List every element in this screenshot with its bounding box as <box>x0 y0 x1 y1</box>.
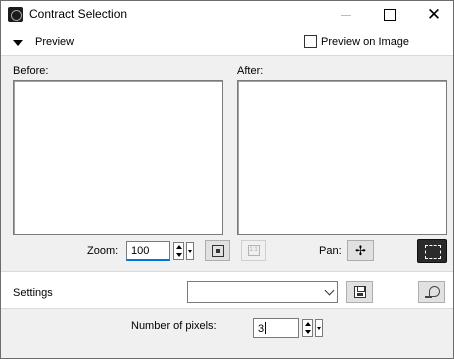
maximize-icon[interactable] <box>371 1 409 29</box>
text-caret <box>265 322 267 334</box>
preview-header: Preview Preview on Image <box>1 29 453 55</box>
zoom-fit-button[interactable] <box>205 240 230 261</box>
actual-size-icon: 1:1 <box>247 245 260 256</box>
app-icon <box>8 7 23 22</box>
minimize-icon[interactable] <box>327 1 365 29</box>
spin-down-icon[interactable] <box>176 253 182 257</box>
pan-button[interactable]: ✢ <box>347 240 374 261</box>
number-of-pixels-spinner[interactable] <box>302 319 313 337</box>
before-label: Before: <box>13 65 49 77</box>
window-title: Contract Selection <box>29 7 128 21</box>
reset-defaults-icon <box>424 286 440 298</box>
number-of-pixels-dropdown-icon[interactable] <box>315 319 323 337</box>
preview-toggle-label[interactable]: Preview <box>35 36 74 48</box>
zoom-spinner[interactable] <box>173 242 184 260</box>
preset-select[interactable] <box>187 281 338 303</box>
contract-selection-dialog: Contract Selection ✕ Preview Preview on … <box>0 0 454 359</box>
number-of-pixels-label: Number of pixels: <box>131 320 217 332</box>
chevron-down-icon[interactable] <box>321 282 337 302</box>
title-bar: Contract Selection ✕ <box>1 1 453 29</box>
reset-defaults-button[interactable] <box>418 281 445 303</box>
move-icon: ✢ <box>355 243 366 258</box>
triangle-down-icon[interactable] <box>13 40 23 46</box>
spin-up-icon[interactable] <box>305 322 311 326</box>
selection-marquee-icon[interactable] <box>417 239 447 263</box>
number-of-pixels-value: 3 <box>258 323 265 335</box>
pan-label: Pan: <box>319 245 342 257</box>
zoom-dropdown-icon[interactable] <box>186 242 194 260</box>
settings-bar: Settings <box>1 271 453 309</box>
after-label: After: <box>237 65 264 77</box>
after-preview-pane[interactable] <box>237 80 447 235</box>
zoom-label: Zoom: <box>87 245 119 257</box>
settings-label: Settings <box>13 287 53 299</box>
number-of-pixels-input[interactable]: 3 <box>253 318 299 338</box>
parameters-area: Number of pixels: 3 <box>1 309 453 358</box>
spin-down-icon[interactable] <box>305 330 311 334</box>
preview-area: Before: After: Zoom: 100 1:1 Pan: ✢ <box>1 55 453 271</box>
preview-on-image-checkbox[interactable] <box>304 35 317 48</box>
save-preset-icon <box>353 286 366 298</box>
actual-size-button[interactable]: 1:1 <box>241 240 266 261</box>
close-icon[interactable]: ✕ <box>415 1 453 29</box>
preview-on-image-label[interactable]: Preview on Image <box>321 36 409 48</box>
spin-up-icon[interactable] <box>176 245 182 249</box>
before-preview-pane[interactable] <box>13 80 223 235</box>
zoom-fit-icon <box>211 244 224 257</box>
zoom-input[interactable]: 100 <box>126 241 170 261</box>
save-preset-button[interactable] <box>346 281 373 303</box>
